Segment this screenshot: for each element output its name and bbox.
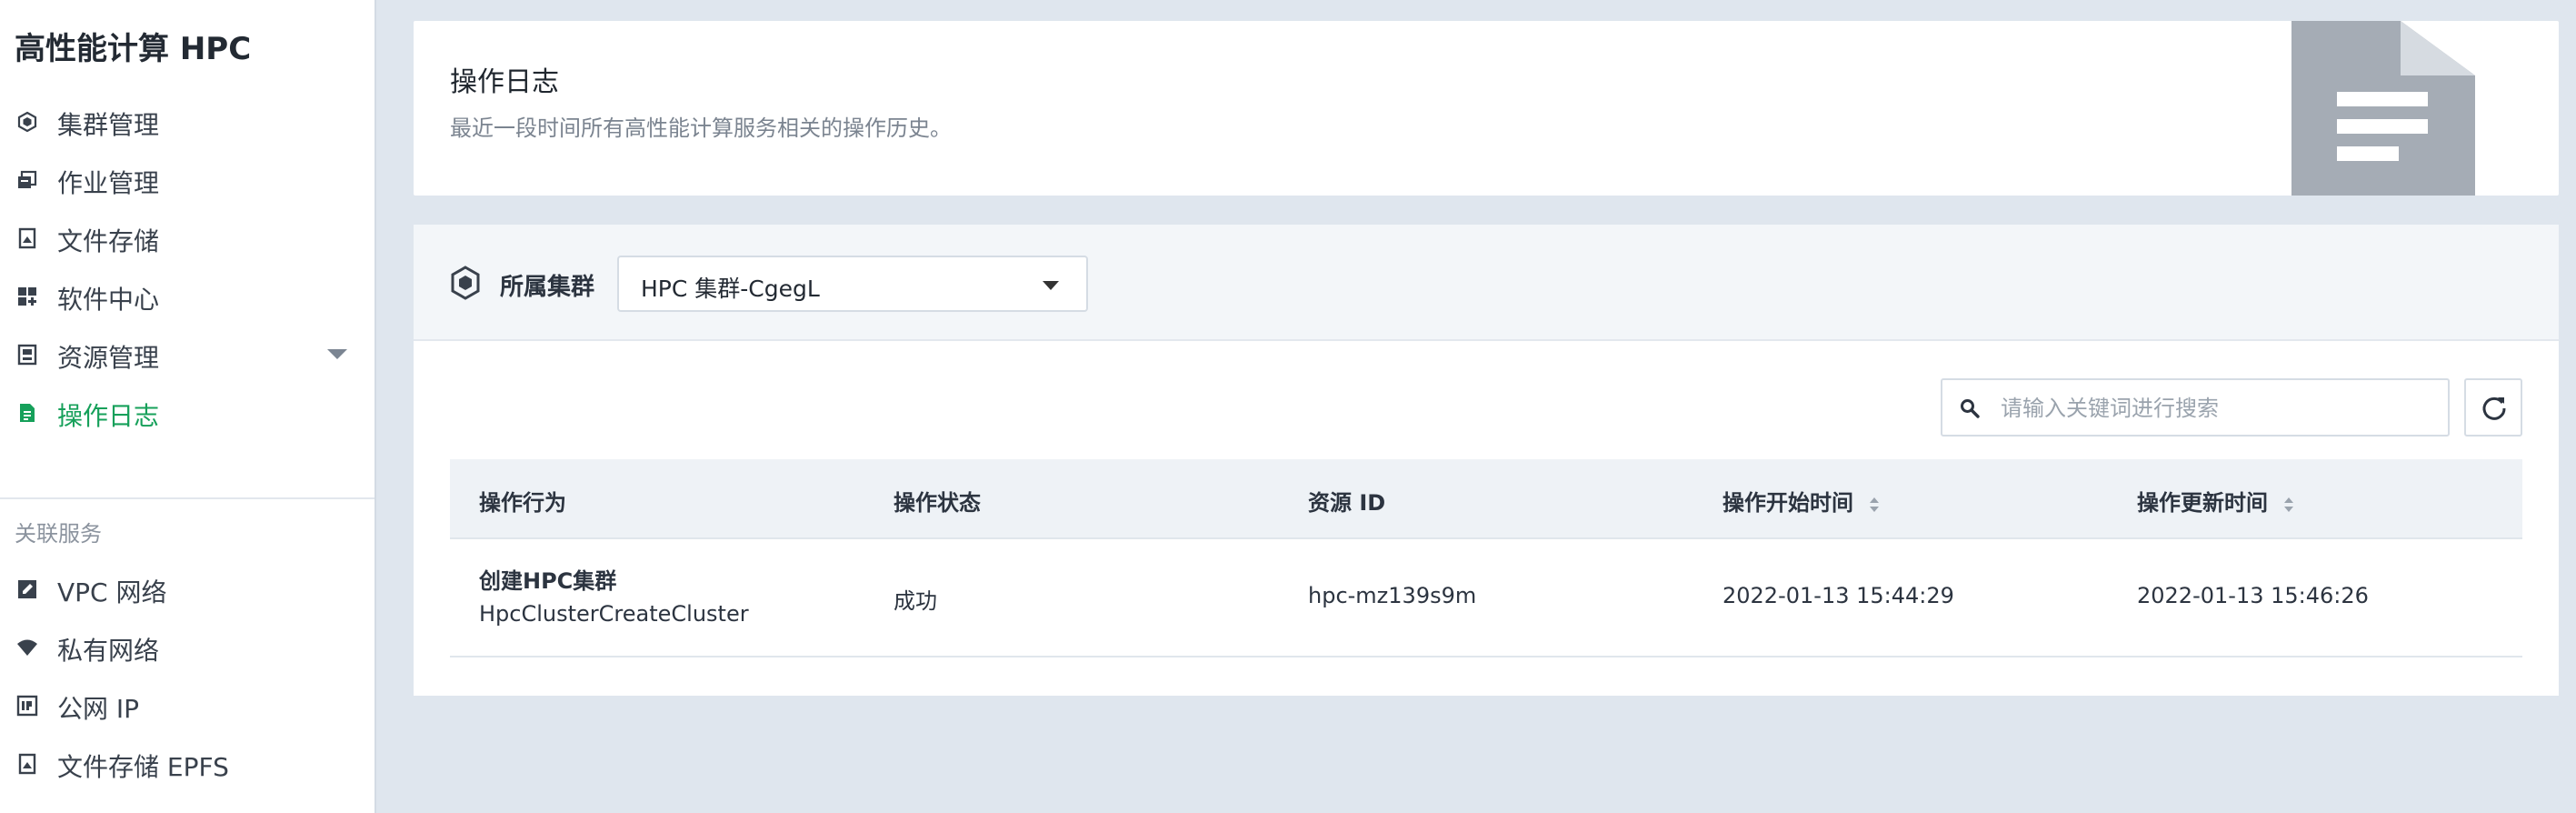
column-header-start-time-group[interactable]: 操作开始时间	[1722, 485, 1880, 517]
cluster-filter-label: 所属集群	[500, 274, 595, 301]
log-icon	[20, 404, 35, 422]
main-panel: 所属集群 HPC 集群-CgegL 操作行为 操作状态 资源 ID 操作开始时间	[414, 225, 2559, 696]
sidebar-item-label: 作业管理	[57, 168, 160, 198]
sidebar-item-software[interactable]: 软件中心	[0, 269, 374, 320]
sidebar-item-label: 集群管理	[57, 110, 160, 140]
caret-down-icon	[1043, 281, 1059, 290]
vpc-icon	[18, 580, 36, 598]
sort-icon[interactable]	[1869, 496, 1880, 514]
resource-id: hpc-mz139s9m	[1308, 583, 1477, 608]
job-icon	[18, 170, 37, 188]
search-input[interactable]	[1999, 389, 2430, 427]
table-row: 创建HPC集群 HpcClusterCreateCluster 成功 hpc-m…	[450, 539, 2522, 657]
sidebar-item-public-ip[interactable]: 公网 IP	[0, 678, 374, 729]
sidebar-item-label: VPC 网络	[57, 577, 167, 607]
sidebar: 高性能计算 HPC 集群管理 作业管理 文件存储 软件中心 资源管理 操作日志 …	[0, 0, 376, 813]
sidebar-item-resources[interactable]: 资源管理	[0, 327, 374, 378]
sidebar-item-jobs[interactable]: 作业管理	[0, 153, 374, 204]
sidebar-item-cluster[interactable]: 集群管理	[0, 95, 374, 146]
cluster-select-value: HPC 集群-CgegL	[641, 276, 820, 302]
sidebar-item-label: 软件中心	[57, 285, 160, 315]
column-header-update-time: 操作更新时间	[2137, 490, 2268, 516]
app-title: 高性能计算 HPC	[15, 31, 252, 67]
sidebar-item-epfs[interactable]: 文件存储 EPFS	[0, 737, 374, 788]
related-services-label: 关联服务	[15, 521, 102, 547]
sidebar-item-private-network[interactable]: 私有网络	[0, 620, 374, 671]
sort-icon[interactable]	[2283, 496, 2294, 514]
page-description: 最近一段时间所有高性能计算服务相关的操作历史。	[450, 115, 952, 141]
wifi-icon	[17, 639, 37, 656]
page-title: 操作日志	[450, 66, 559, 98]
start-time: 2022-01-13 15:44:29	[1722, 583, 1954, 608]
cluster-filter-bar: 所属集群 HPC 集群-CgegL	[414, 225, 2559, 341]
sidebar-item-label: 私有网络	[57, 636, 160, 666]
search-box[interactable]	[1941, 378, 2450, 437]
action-code: HpcClusterCreateCluster	[479, 601, 749, 627]
cluster-icon	[451, 266, 480, 300]
update-time: 2022-01-13 15:46:26	[2137, 583, 2369, 608]
page-header: 操作日志 最近一段时间所有高性能计算服务相关的操作历史。	[414, 21, 2559, 196]
status-text: 成功	[894, 588, 937, 614]
epfs-icon	[18, 753, 36, 775]
column-header-action: 操作行为	[479, 490, 566, 516]
sidebar-item-operation-log[interactable]: 操作日志	[0, 386, 374, 437]
search-icon	[1961, 399, 1980, 418]
sidebar-divider	[0, 497, 374, 499]
ip-icon	[16, 695, 38, 717]
software-icon	[18, 287, 36, 306]
cluster-icon	[17, 111, 37, 133]
cluster-select[interactable]: HPC 集群-CgegL	[617, 256, 1088, 312]
document-illustration-icon	[2291, 21, 2475, 196]
sidebar-item-file-storage[interactable]: 文件存储	[0, 211, 374, 262]
chevron-down-icon[interactable]	[327, 349, 347, 359]
sidebar-item-label: 公网 IP	[57, 694, 140, 724]
column-header-update-time-group[interactable]: 操作更新时间	[2137, 485, 2294, 517]
column-header-start-time: 操作开始时间	[1722, 490, 1853, 516]
resource-icon	[17, 344, 37, 366]
refresh-button[interactable]	[2464, 378, 2522, 437]
column-header-resource-id: 资源 ID	[1308, 490, 1386, 516]
sidebar-item-label: 文件存储	[57, 226, 160, 256]
action-title: 创建HPC集群	[479, 568, 617, 594]
sidebar-item-vpc[interactable]: VPC 网络	[0, 562, 374, 613]
sidebar-item-label: 文件存储 EPFS	[57, 752, 229, 782]
table-header: 操作行为 操作状态 资源 ID 操作开始时间 操作更新时间	[450, 459, 2522, 539]
column-header-status: 操作状态	[894, 490, 981, 516]
refresh-icon	[2482, 396, 2506, 420]
sidebar-item-label: 资源管理	[57, 343, 160, 373]
file-storage-icon	[18, 227, 36, 249]
sidebar-item-label: 操作日志	[57, 401, 160, 431]
